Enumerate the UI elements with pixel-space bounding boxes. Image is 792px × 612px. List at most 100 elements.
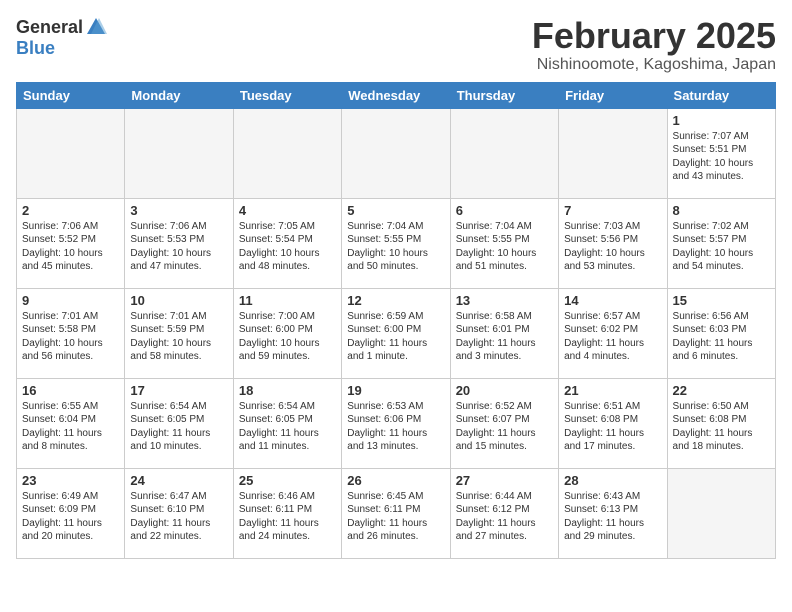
calendar-cell: [233, 108, 341, 198]
calendar-week-5: 23 Sunrise: 6:49 AM Sunset: 6:09 PM Dayli…: [17, 468, 776, 558]
calendar-cell: [450, 108, 558, 198]
day-info: Sunrise: 6:55 AM Sunset: 6:04 PM Dayligh…: [22, 400, 119, 454]
day-info: Sunrise: 6:58 AM Sunset: 6:01 PM Dayligh…: [456, 310, 553, 364]
calendar-cell: 6 Sunrise: 7:04 AM Sunset: 5:55 PM Daylig…: [450, 198, 558, 288]
day-info: Sunrise: 7:00 AM Sunset: 6:00 PM Dayligh…: [239, 310, 336, 364]
day-info: Sunrise: 6:52 AM Sunset: 6:07 PM Dayligh…: [456, 400, 553, 454]
day-info: Sunrise: 6:46 AM Sunset: 6:11 PM Dayligh…: [239, 490, 336, 544]
logo-icon: [85, 16, 107, 38]
calendar-week-1: 1 Sunrise: 7:07 AM Sunset: 5:51 PM Daylig…: [17, 108, 776, 198]
day-number: 4: [239, 203, 336, 218]
calendar-table: SundayMondayTuesdayWednesdayThursdayFrid…: [16, 82, 776, 559]
day-info: Sunrise: 6:50 AM Sunset: 6:08 PM Dayligh…: [673, 400, 770, 454]
logo: General Blue: [16, 16, 107, 59]
calendar-header-row: SundayMondayTuesdayWednesdayThursdayFrid…: [17, 82, 776, 108]
day-number: 16: [22, 383, 119, 398]
day-info: Sunrise: 7:01 AM Sunset: 5:59 PM Dayligh…: [130, 310, 227, 364]
day-number: 5: [347, 203, 444, 218]
day-info: Sunrise: 6:59 AM Sunset: 6:00 PM Dayligh…: [347, 310, 444, 364]
day-number: 1: [673, 113, 770, 128]
calendar-cell: 4 Sunrise: 7:05 AM Sunset: 5:54 PM Daylig…: [233, 198, 341, 288]
calendar-cell: 28 Sunrise: 6:43 AM Sunset: 6:13 PM Dayli…: [559, 468, 667, 558]
calendar-cell: [342, 108, 450, 198]
calendar-week-4: 16 Sunrise: 6:55 AM Sunset: 6:04 PM Dayli…: [17, 378, 776, 468]
calendar-header-friday: Friday: [559, 82, 667, 108]
logo-general-text: General: [16, 17, 83, 38]
day-number: 21: [564, 383, 661, 398]
day-number: 7: [564, 203, 661, 218]
day-number: 28: [564, 473, 661, 488]
calendar-cell: 16 Sunrise: 6:55 AM Sunset: 6:04 PM Dayli…: [17, 378, 125, 468]
day-number: 15: [673, 293, 770, 308]
day-info: Sunrise: 7:07 AM Sunset: 5:51 PM Dayligh…: [673, 130, 770, 184]
day-info: Sunrise: 6:43 AM Sunset: 6:13 PM Dayligh…: [564, 490, 661, 544]
calendar-cell: 1 Sunrise: 7:07 AM Sunset: 5:51 PM Daylig…: [667, 108, 775, 198]
day-info: Sunrise: 7:04 AM Sunset: 5:55 PM Dayligh…: [456, 220, 553, 274]
day-number: 9: [22, 293, 119, 308]
calendar-cell: 10 Sunrise: 7:01 AM Sunset: 5:59 PM Dayli…: [125, 288, 233, 378]
calendar-header-sunday: Sunday: [17, 82, 125, 108]
day-info: Sunrise: 6:45 AM Sunset: 6:11 PM Dayligh…: [347, 490, 444, 544]
calendar-cell: 22 Sunrise: 6:50 AM Sunset: 6:08 PM Dayli…: [667, 378, 775, 468]
calendar-cell: [17, 108, 125, 198]
day-number: 13: [456, 293, 553, 308]
day-number: 24: [130, 473, 227, 488]
calendar-header-tuesday: Tuesday: [233, 82, 341, 108]
day-number: 12: [347, 293, 444, 308]
calendar-week-3: 9Sunrise: 7:01 AM Sunset: 5:58 PM Daylig…: [17, 288, 776, 378]
day-info: Sunrise: 6:49 AM Sunset: 6:09 PM Dayligh…: [22, 490, 119, 544]
calendar-cell: 26 Sunrise: 6:45 AM Sunset: 6:11 PM Dayli…: [342, 468, 450, 558]
calendar-cell: 20 Sunrise: 6:52 AM Sunset: 6:07 PM Dayli…: [450, 378, 558, 468]
day-number: 22: [673, 383, 770, 398]
day-number: 3: [130, 203, 227, 218]
day-info: Sunrise: 6:47 AM Sunset: 6:10 PM Dayligh…: [130, 490, 227, 544]
day-info: Sunrise: 7:06 AM Sunset: 5:52 PM Dayligh…: [22, 220, 119, 274]
calendar-cell: 24 Sunrise: 6:47 AM Sunset: 6:10 PM Dayli…: [125, 468, 233, 558]
calendar-cell: 17Sunrise: 6:54 AM Sunset: 6:05 PM Dayli…: [125, 378, 233, 468]
calendar-cell: [125, 108, 233, 198]
day-info: Sunrise: 7:04 AM Sunset: 5:55 PM Dayligh…: [347, 220, 444, 274]
calendar-cell: 9Sunrise: 7:01 AM Sunset: 5:58 PM Daylig…: [17, 288, 125, 378]
day-info: Sunrise: 6:57 AM Sunset: 6:02 PM Dayligh…: [564, 310, 661, 364]
calendar-week-2: 2Sunrise: 7:06 AM Sunset: 5:52 PM Daylig…: [17, 198, 776, 288]
day-number: 25: [239, 473, 336, 488]
calendar-cell: 5 Sunrise: 7:04 AM Sunset: 5:55 PM Daylig…: [342, 198, 450, 288]
day-number: 23: [22, 473, 119, 488]
calendar-cell: 25 Sunrise: 6:46 AM Sunset: 6:11 PM Dayli…: [233, 468, 341, 558]
day-info: Sunrise: 6:54 AM Sunset: 6:05 PM Dayligh…: [130, 400, 227, 454]
day-info: Sunrise: 6:44 AM Sunset: 6:12 PM Dayligh…: [456, 490, 553, 544]
calendar-cell: 27 Sunrise: 6:44 AM Sunset: 6:12 PM Dayli…: [450, 468, 558, 558]
day-number: 19: [347, 383, 444, 398]
calendar-cell: 3 Sunrise: 7:06 AM Sunset: 5:53 PM Daylig…: [125, 198, 233, 288]
location-title: Nishinoomote, Kagoshima, Japan: [532, 56, 776, 74]
calendar-cell: [667, 468, 775, 558]
calendar-cell: 23 Sunrise: 6:49 AM Sunset: 6:09 PM Dayli…: [17, 468, 125, 558]
day-number: 20: [456, 383, 553, 398]
calendar-header-wednesday: Wednesday: [342, 82, 450, 108]
calendar-cell: 21Sunrise: 6:51 AM Sunset: 6:08 PM Dayli…: [559, 378, 667, 468]
calendar-cell: 12 Sunrise: 6:59 AM Sunset: 6:00 PM Dayli…: [342, 288, 450, 378]
day-number: 14: [564, 293, 661, 308]
calendar-body: 1 Sunrise: 7:07 AM Sunset: 5:51 PM Daylig…: [17, 108, 776, 558]
calendar-cell: 13 Sunrise: 6:58 AM Sunset: 6:01 PM Dayli…: [450, 288, 558, 378]
page-header: General Blue February 2025 Nishinoomote,…: [16, 16, 776, 74]
day-number: 11: [239, 293, 336, 308]
month-title: February 2025: [532, 16, 776, 56]
day-info: Sunrise: 6:53 AM Sunset: 6:06 PM Dayligh…: [347, 400, 444, 454]
day-number: 10: [130, 293, 227, 308]
day-number: 18: [239, 383, 336, 398]
day-info: Sunrise: 7:06 AM Sunset: 5:53 PM Dayligh…: [130, 220, 227, 274]
calendar-cell: 7 Sunrise: 7:03 AM Sunset: 5:56 PM Daylig…: [559, 198, 667, 288]
day-number: 26: [347, 473, 444, 488]
calendar-cell: 2Sunrise: 7:06 AM Sunset: 5:52 PM Daylig…: [17, 198, 125, 288]
calendar-cell: 11 Sunrise: 7:00 AM Sunset: 6:00 PM Dayli…: [233, 288, 341, 378]
day-info: Sunrise: 7:02 AM Sunset: 5:57 PM Dayligh…: [673, 220, 770, 274]
day-info: Sunrise: 7:03 AM Sunset: 5:56 PM Dayligh…: [564, 220, 661, 274]
day-info: Sunrise: 6:56 AM Sunset: 6:03 PM Dayligh…: [673, 310, 770, 364]
calendar-cell: 8Sunrise: 7:02 AM Sunset: 5:57 PM Daylig…: [667, 198, 775, 288]
day-info: Sunrise: 7:05 AM Sunset: 5:54 PM Dayligh…: [239, 220, 336, 274]
day-number: 27: [456, 473, 553, 488]
day-info: Sunrise: 6:54 AM Sunset: 6:05 PM Dayligh…: [239, 400, 336, 454]
day-number: 6: [456, 203, 553, 218]
calendar-header-thursday: Thursday: [450, 82, 558, 108]
